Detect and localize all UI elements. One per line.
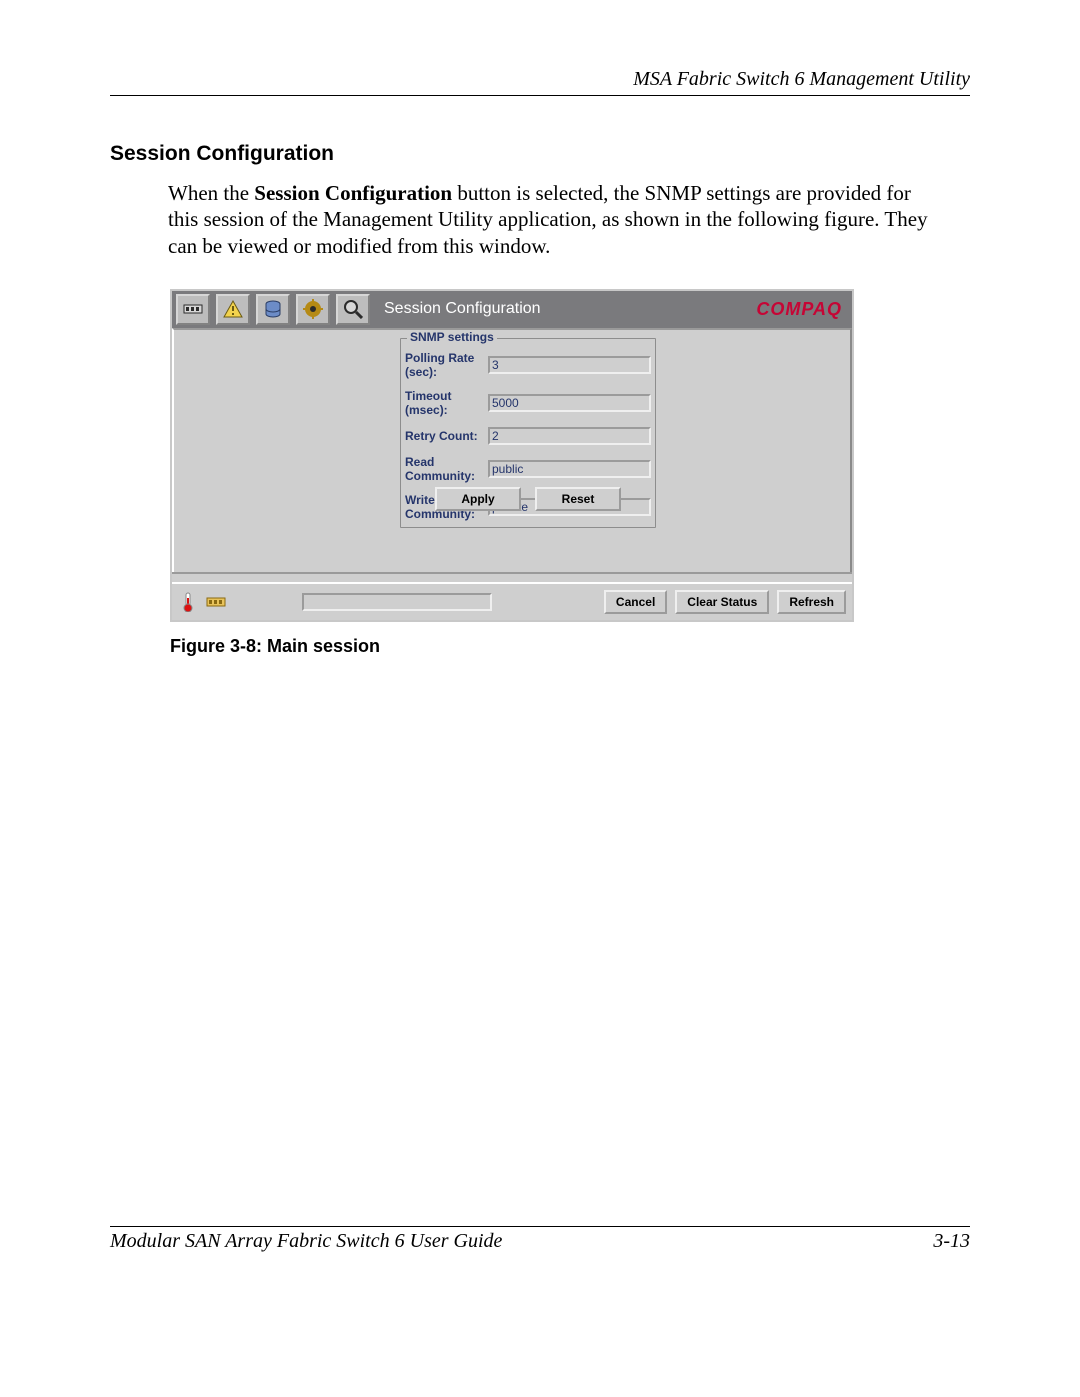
apply-reset-row: Apply Reset bbox=[400, 487, 656, 511]
brand-logo: COMPAQ bbox=[756, 299, 848, 320]
polling-rate-label: Polling Rate (sec): bbox=[405, 351, 484, 379]
figure-caption: Figure 3-8: Main session bbox=[170, 636, 970, 657]
toolbar-button-2[interactable] bbox=[216, 294, 250, 325]
content-area: SNMP settings Polling Rate (sec): Timeou… bbox=[172, 328, 852, 572]
page-header: MSA Fabric Switch 6 Management Utility bbox=[110, 68, 970, 96]
polling-rate-input[interactable] bbox=[488, 356, 651, 374]
panel-divider bbox=[172, 572, 852, 584]
timeout-row: Timeout (msec): bbox=[405, 389, 651, 417]
toolbar-button-5[interactable] bbox=[336, 294, 370, 325]
page-footer: Modular SAN Array Fabric Switch 6 User G… bbox=[110, 1226, 970, 1253]
timeout-label: Timeout (msec): bbox=[405, 389, 484, 417]
read-community-input[interactable] bbox=[488, 460, 651, 478]
read-community-label: Read Community: bbox=[405, 455, 484, 483]
reset-button[interactable]: Reset bbox=[535, 487, 621, 511]
read-community-row: Read Community: bbox=[405, 455, 651, 483]
body-text-bold: Session Configuration bbox=[254, 181, 452, 205]
figure: Session Configuration COMPAQ SNMP settin… bbox=[170, 289, 850, 622]
status-bar: Cancel Clear Status Refresh bbox=[172, 584, 852, 620]
header-right-text: MSA Fabric Switch 6 Management Utility bbox=[110, 68, 970, 91]
database-icon bbox=[264, 300, 282, 318]
toolbar-button-4[interactable] bbox=[296, 294, 330, 325]
app-toolbar: Session Configuration COMPAQ bbox=[172, 291, 852, 328]
warning-icon bbox=[223, 300, 243, 318]
retry-count-label: Retry Count: bbox=[405, 429, 484, 443]
toolbar-title: Session Configuration bbox=[384, 300, 541, 318]
toolbar-button-3[interactable] bbox=[256, 294, 290, 325]
switch-icon bbox=[183, 302, 203, 316]
section-heading: Session Configuration bbox=[110, 142, 970, 166]
apply-button[interactable]: Apply bbox=[435, 487, 521, 511]
search-icon bbox=[343, 299, 363, 319]
retry-count-input[interactable] bbox=[488, 427, 651, 445]
toolbar-button-1[interactable] bbox=[176, 294, 210, 325]
gear-icon bbox=[303, 299, 323, 319]
clear-status-button[interactable]: Clear Status bbox=[675, 590, 769, 614]
snmp-settings-legend: SNMP settings bbox=[407, 330, 497, 344]
retry-count-row: Retry Count: bbox=[405, 427, 651, 445]
refresh-button[interactable]: Refresh bbox=[777, 590, 846, 614]
switch-status-icon bbox=[206, 592, 226, 612]
app-window: Session Configuration COMPAQ SNMP settin… bbox=[170, 289, 854, 622]
footer-right: 3-13 bbox=[933, 1230, 970, 1253]
cancel-button[interactable]: Cancel bbox=[604, 590, 667, 614]
footer-left: Modular SAN Array Fabric Switch 6 User G… bbox=[110, 1230, 502, 1253]
body-text-pre: When the bbox=[168, 181, 254, 205]
thermometer-icon bbox=[178, 592, 198, 612]
body-paragraph: When the Session Configuration button is… bbox=[168, 180, 938, 259]
polling-rate-row: Polling Rate (sec): bbox=[405, 351, 651, 379]
progress-bar bbox=[302, 593, 492, 611]
timeout-input[interactable] bbox=[488, 394, 651, 412]
